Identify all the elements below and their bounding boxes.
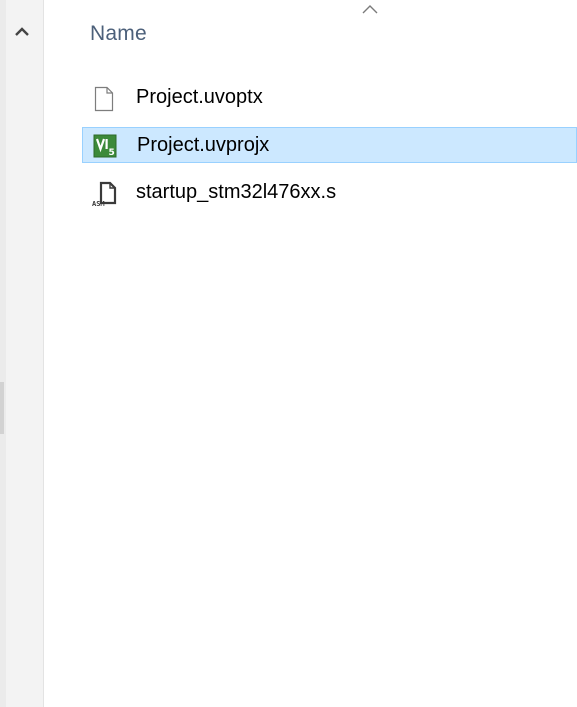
keil-uvision-project-icon: 5 bbox=[93, 134, 117, 158]
file-row-project-uvprojx[interactable]: 5 Project.uvprojx bbox=[82, 127, 577, 163]
navigation-pane-edge bbox=[0, 0, 6, 707]
file-row-startup-stm32l476xx[interactable]: ASM startup_stm32l476xx.s bbox=[82, 175, 577, 211]
file-explorer-view: Name Project.uvoptx 5 Project.uvprojx AS… bbox=[0, 0, 577, 707]
column-header-name-label: Name bbox=[90, 22, 147, 45]
chevron-up-icon[interactable] bbox=[12, 22, 32, 42]
blank-file-icon bbox=[92, 86, 116, 112]
column-header-name[interactable]: Name bbox=[80, 0, 577, 60]
svg-text:5: 5 bbox=[109, 148, 115, 158]
asm-file-icon: ASM bbox=[92, 181, 117, 208]
file-name: Project.uvoptx bbox=[136, 86, 263, 108]
svg-text:ASM: ASM bbox=[92, 200, 105, 207]
navigation-pane bbox=[0, 0, 44, 707]
file-row-project-uvoptx[interactable]: Project.uvoptx bbox=[82, 80, 577, 116]
sort-ascending-icon bbox=[360, 2, 380, 16]
file-name: startup_stm32l476xx.s bbox=[136, 181, 337, 203]
file-name: Project.uvprojx bbox=[137, 134, 270, 156]
navigation-scrollbar-thumb[interactable] bbox=[0, 382, 4, 434]
